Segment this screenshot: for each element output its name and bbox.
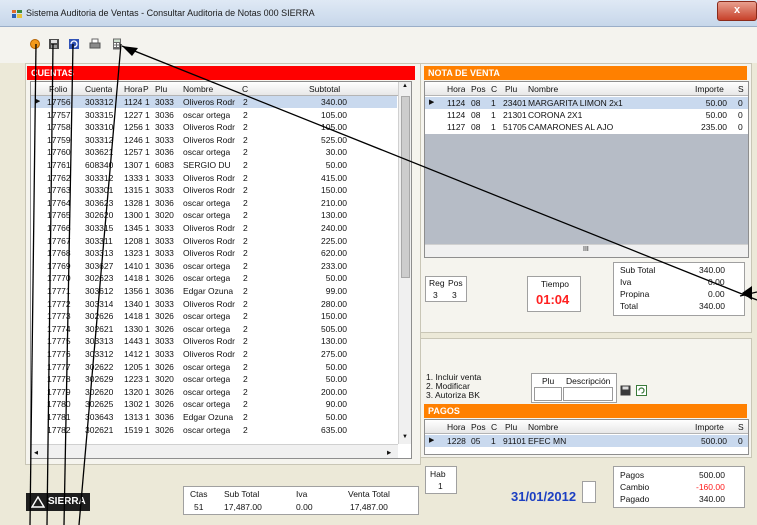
annotation-line-3 [63, 43, 74, 525]
annotation-arrows [29, 43, 757, 525]
annotation-line-1 [29, 43, 37, 525]
app-window: Sistema Auditoria de Ventas - Consultar … [0, 0, 757, 525]
annotation-line-2 [46, 43, 54, 525]
annotation-arrowhead-right [742, 286, 752, 300]
annotation-line-4 [78, 43, 122, 525]
annotation-line-5 [121, 45, 757, 301]
annotation-arrowhead-top [122, 46, 138, 56]
